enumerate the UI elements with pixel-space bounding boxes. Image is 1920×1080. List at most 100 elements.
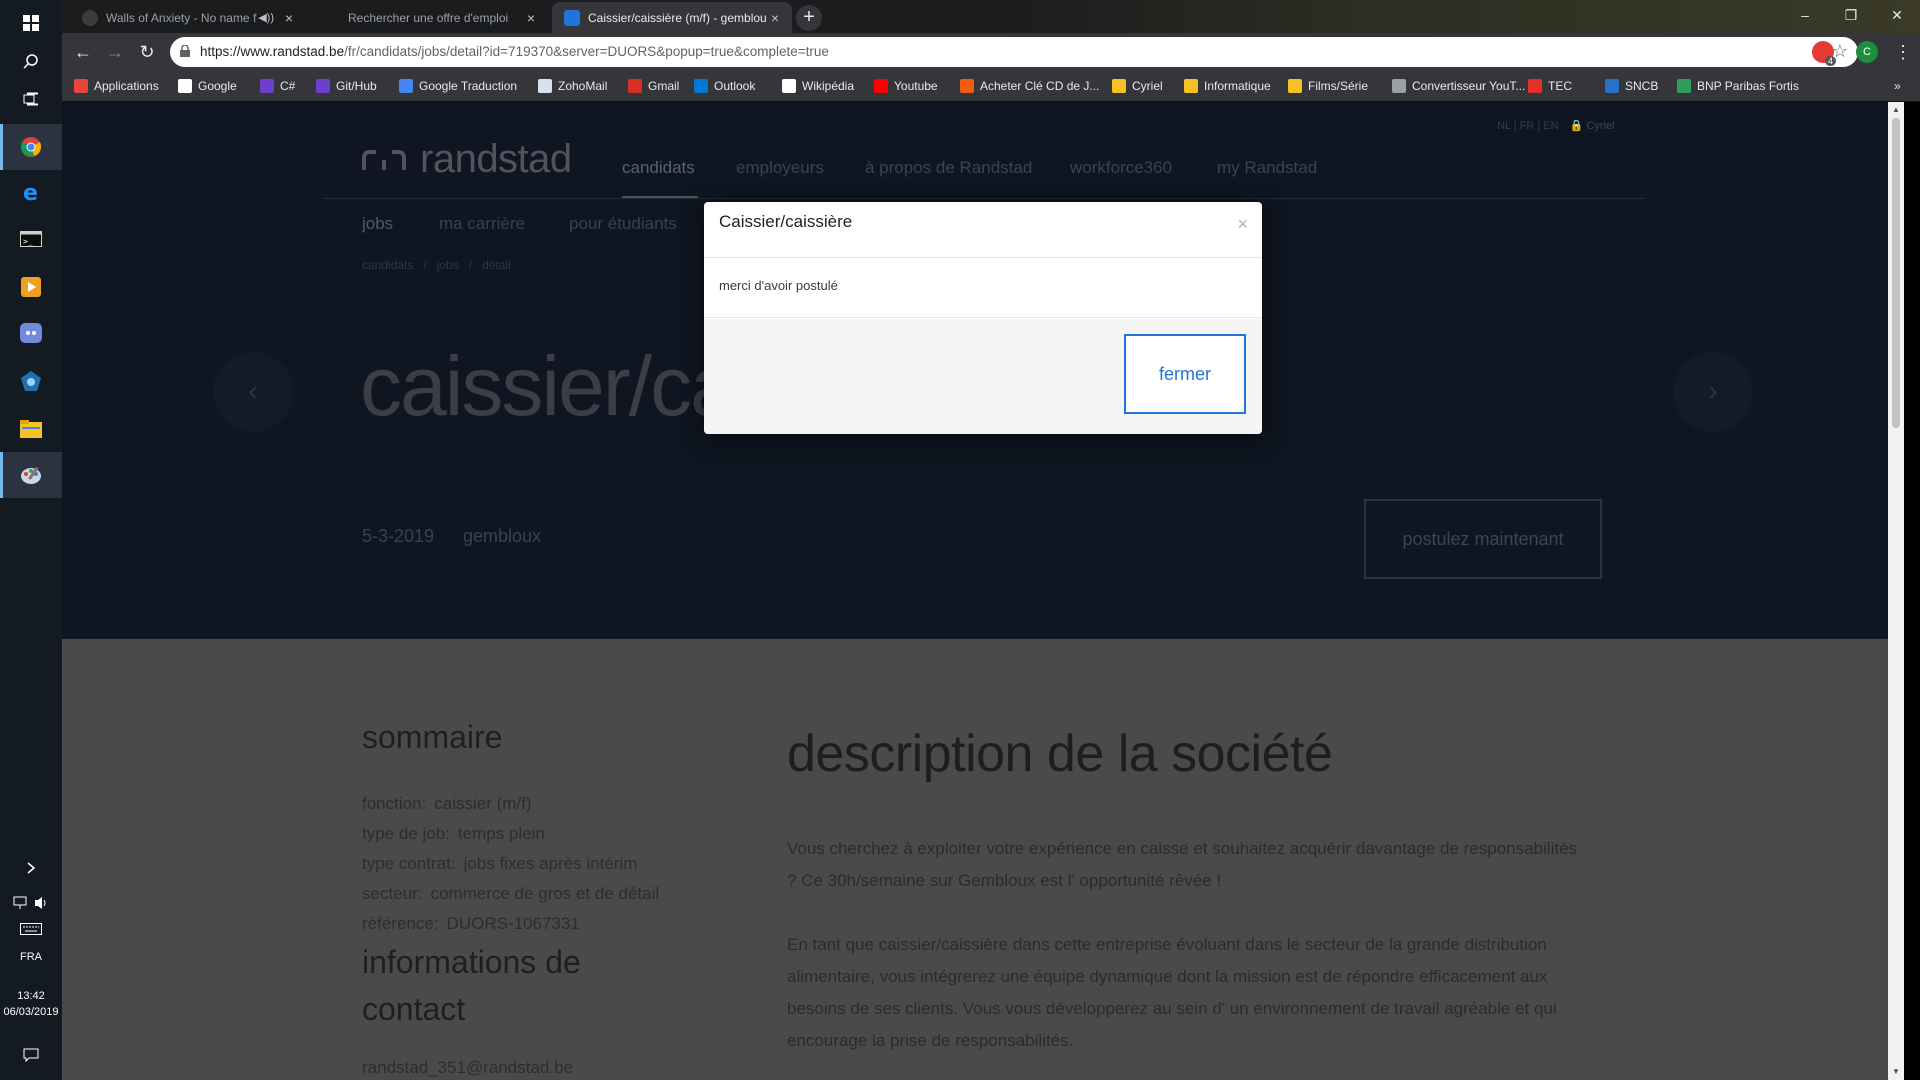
bookmark-favicon-icon — [1677, 79, 1691, 93]
tab-favicon-icon — [324, 10, 340, 26]
bookmark-favicon-icon — [1528, 79, 1542, 93]
bookmark-item[interactable]: Wikipédia — [782, 77, 854, 95]
forward-button[interactable]: → — [104, 41, 126, 63]
bookmark-item[interactable]: C# — [260, 77, 295, 95]
tab-close-icon[interactable]: × — [766, 10, 784, 26]
tab-walls-of-anxiety[interactable]: Walls of Anxiety - No name f ◀)) × — [70, 2, 306, 33]
more-bookmarks-icon[interactable]: » — [1894, 77, 1901, 95]
tab-close-icon[interactable]: × — [280, 10, 298, 26]
restore-window-button[interactable]: ❐ — [1828, 0, 1874, 30]
modal-footer: fermer — [704, 319, 1262, 434]
bookmark-item[interactable]: Gmail — [628, 77, 679, 95]
bookmark-favicon-icon — [260, 79, 274, 93]
bookmark-item[interactable]: Git/Hub — [316, 77, 377, 95]
bookmark-item[interactable]: Convertisseur YouT... — [1392, 77, 1525, 95]
chrome-icon[interactable] — [0, 124, 62, 170]
bookmark-label: C# — [280, 79, 296, 93]
chrome-menu-icon[interactable]: ⋮ — [1892, 41, 1914, 63]
scroll-down-icon[interactable]: ▼ — [1888, 1064, 1904, 1080]
tab-title: Walls of Anxiety - No name f — [106, 10, 257, 25]
bookmark-item[interactable]: TEC — [1528, 77, 1572, 95]
network-volume-icon[interactable] — [0, 892, 62, 914]
bookmark-label: Youtube — [894, 79, 938, 93]
media-player-icon[interactable] — [0, 264, 62, 310]
windows-taskbar: e >_ FRA 13:42 06/03/2019 — [0, 0, 62, 1080]
svg-text:e: e — [23, 182, 38, 204]
bookmark-item[interactable]: Films/Série — [1288, 77, 1368, 95]
bookmark-label: Cyriel — [1132, 79, 1163, 93]
bookmark-item[interactable]: Applications — [74, 77, 159, 95]
edge-icon[interactable]: e — [0, 170, 62, 216]
back-button[interactable]: ← — [72, 41, 94, 63]
bookmark-favicon-icon — [782, 79, 796, 93]
bookmark-favicon-icon — [1184, 79, 1198, 93]
task-view-icon[interactable] — [0, 76, 62, 122]
scroll-up-icon[interactable]: ▲ — [1888, 102, 1904, 118]
keyboard-icon[interactable] — [0, 918, 62, 940]
modal-close-icon[interactable]: × — [1237, 214, 1248, 235]
bookmark-label: Google — [198, 79, 237, 93]
action-center-icon[interactable] — [0, 1040, 62, 1070]
bookmark-item[interactable]: Acheter Clé CD de J... — [960, 77, 1099, 95]
bookmark-favicon-icon — [538, 79, 552, 93]
close-modal-button[interactable]: fermer — [1124, 334, 1246, 414]
page-scrollbar[interactable]: ▲ ▼ — [1888, 102, 1904, 1080]
reload-button[interactable]: ↻ — [136, 41, 158, 63]
show-hidden-icons-icon[interactable] — [0, 856, 62, 880]
address-bar[interactable]: https://www.randstad.be/fr/candidats/job… — [170, 37, 1858, 67]
bookmark-label: Acheter Clé CD de J... — [980, 79, 1100, 93]
bookmark-item[interactable]: SNCB — [1605, 77, 1658, 95]
bookmark-label: Google Traduction — [419, 79, 518, 93]
audio-playing-icon[interactable]: ◀)) — [258, 11, 274, 24]
paint-icon[interactable] — [0, 452, 62, 498]
bookmark-label: Git/Hub — [336, 79, 377, 93]
bookmark-label: Informatique — [1204, 79, 1271, 93]
lock-icon[interactable] — [180, 45, 190, 57]
tab-close-icon[interactable]: × — [522, 10, 540, 26]
extension-icon[interactable]: 4 — [1812, 41, 1836, 66]
close-window-button[interactable]: ✕ — [1874, 0, 1920, 30]
bookmark-item[interactable]: Youtube — [874, 77, 938, 95]
tab-favicon-icon — [82, 9, 98, 26]
bookmark-item[interactable]: Cyriel — [1112, 77, 1163, 95]
bookmark-label: BNP Paribas Fortis — [1697, 79, 1799, 93]
scrollbar-thumb[interactable] — [1892, 118, 1900, 428]
modal-header: Caissier/caissière × — [704, 202, 1262, 258]
bookmark-label: Convertisseur YouT... — [1412, 79, 1526, 93]
tab-title: Rechercher une offre d'emploi — [348, 10, 509, 25]
discord-icon[interactable] — [0, 310, 62, 356]
bookmark-favicon-icon — [1605, 79, 1619, 93]
browser-toolbar: ← → ↻ https://www.randstad.be/fr/candida… — [62, 33, 1920, 71]
bookmark-item[interactable]: Outlook — [694, 77, 755, 95]
bookmark-label: Wikipédia — [802, 79, 855, 93]
randstad-favicon-icon — [564, 9, 580, 26]
tab-strip: Walls of Anxiety - No name f ◀)) × Reche… — [62, 0, 1920, 33]
bookmark-item[interactable]: ZohoMail — [538, 77, 607, 95]
bookmark-item[interactable]: Google Traduction — [399, 77, 517, 95]
tab-rechercher-offre[interactable]: Rechercher une offre d'emploi × — [312, 2, 548, 33]
bookmark-item[interactable]: BNP Paribas Fortis — [1677, 77, 1799, 95]
bookmark-favicon-icon — [1112, 79, 1126, 93]
file-explorer-icon[interactable] — [0, 406, 62, 452]
clock-date: 06/03/2019 — [3, 1006, 59, 1018]
taskbar-clock[interactable]: 13:42 06/03/2019 — [0, 988, 62, 1020]
bookmark-favicon-icon — [960, 79, 974, 93]
minimize-window-button[interactable]: – — [1782, 0, 1828, 30]
bookmark-label: Applications — [94, 79, 159, 93]
modal-message: merci d'avoir postulé — [719, 278, 838, 293]
bookmark-item[interactable]: Google — [178, 77, 237, 95]
input-language[interactable]: FRA — [0, 951, 62, 963]
app-icon[interactable] — [0, 358, 62, 404]
bookmark-favicon-icon — [399, 79, 413, 93]
profile-avatar[interactable]: C — [1856, 41, 1878, 63]
tab-caissier-active[interactable]: Caissier/caissière (m/f) - gemblou × — [552, 2, 792, 33]
extension-badge: 4 — [1824, 56, 1836, 66]
confirmation-modal: Caissier/caissière × merci d'avoir postu… — [704, 202, 1262, 434]
terminal-icon[interactable]: >_ — [0, 216, 62, 262]
modal-title: Caissier/caissière — [719, 212, 853, 231]
bookmark-label: SNCB — [1625, 79, 1659, 93]
new-tab-button[interactable]: + — [796, 5, 822, 31]
bookmark-item[interactable]: Informatique — [1184, 77, 1271, 95]
browser-window: Walls of Anxiety - No name f ◀)) × Reche… — [62, 0, 1920, 102]
url-text[interactable]: https://www.randstad.be/fr/candidats/job… — [200, 44, 829, 59]
